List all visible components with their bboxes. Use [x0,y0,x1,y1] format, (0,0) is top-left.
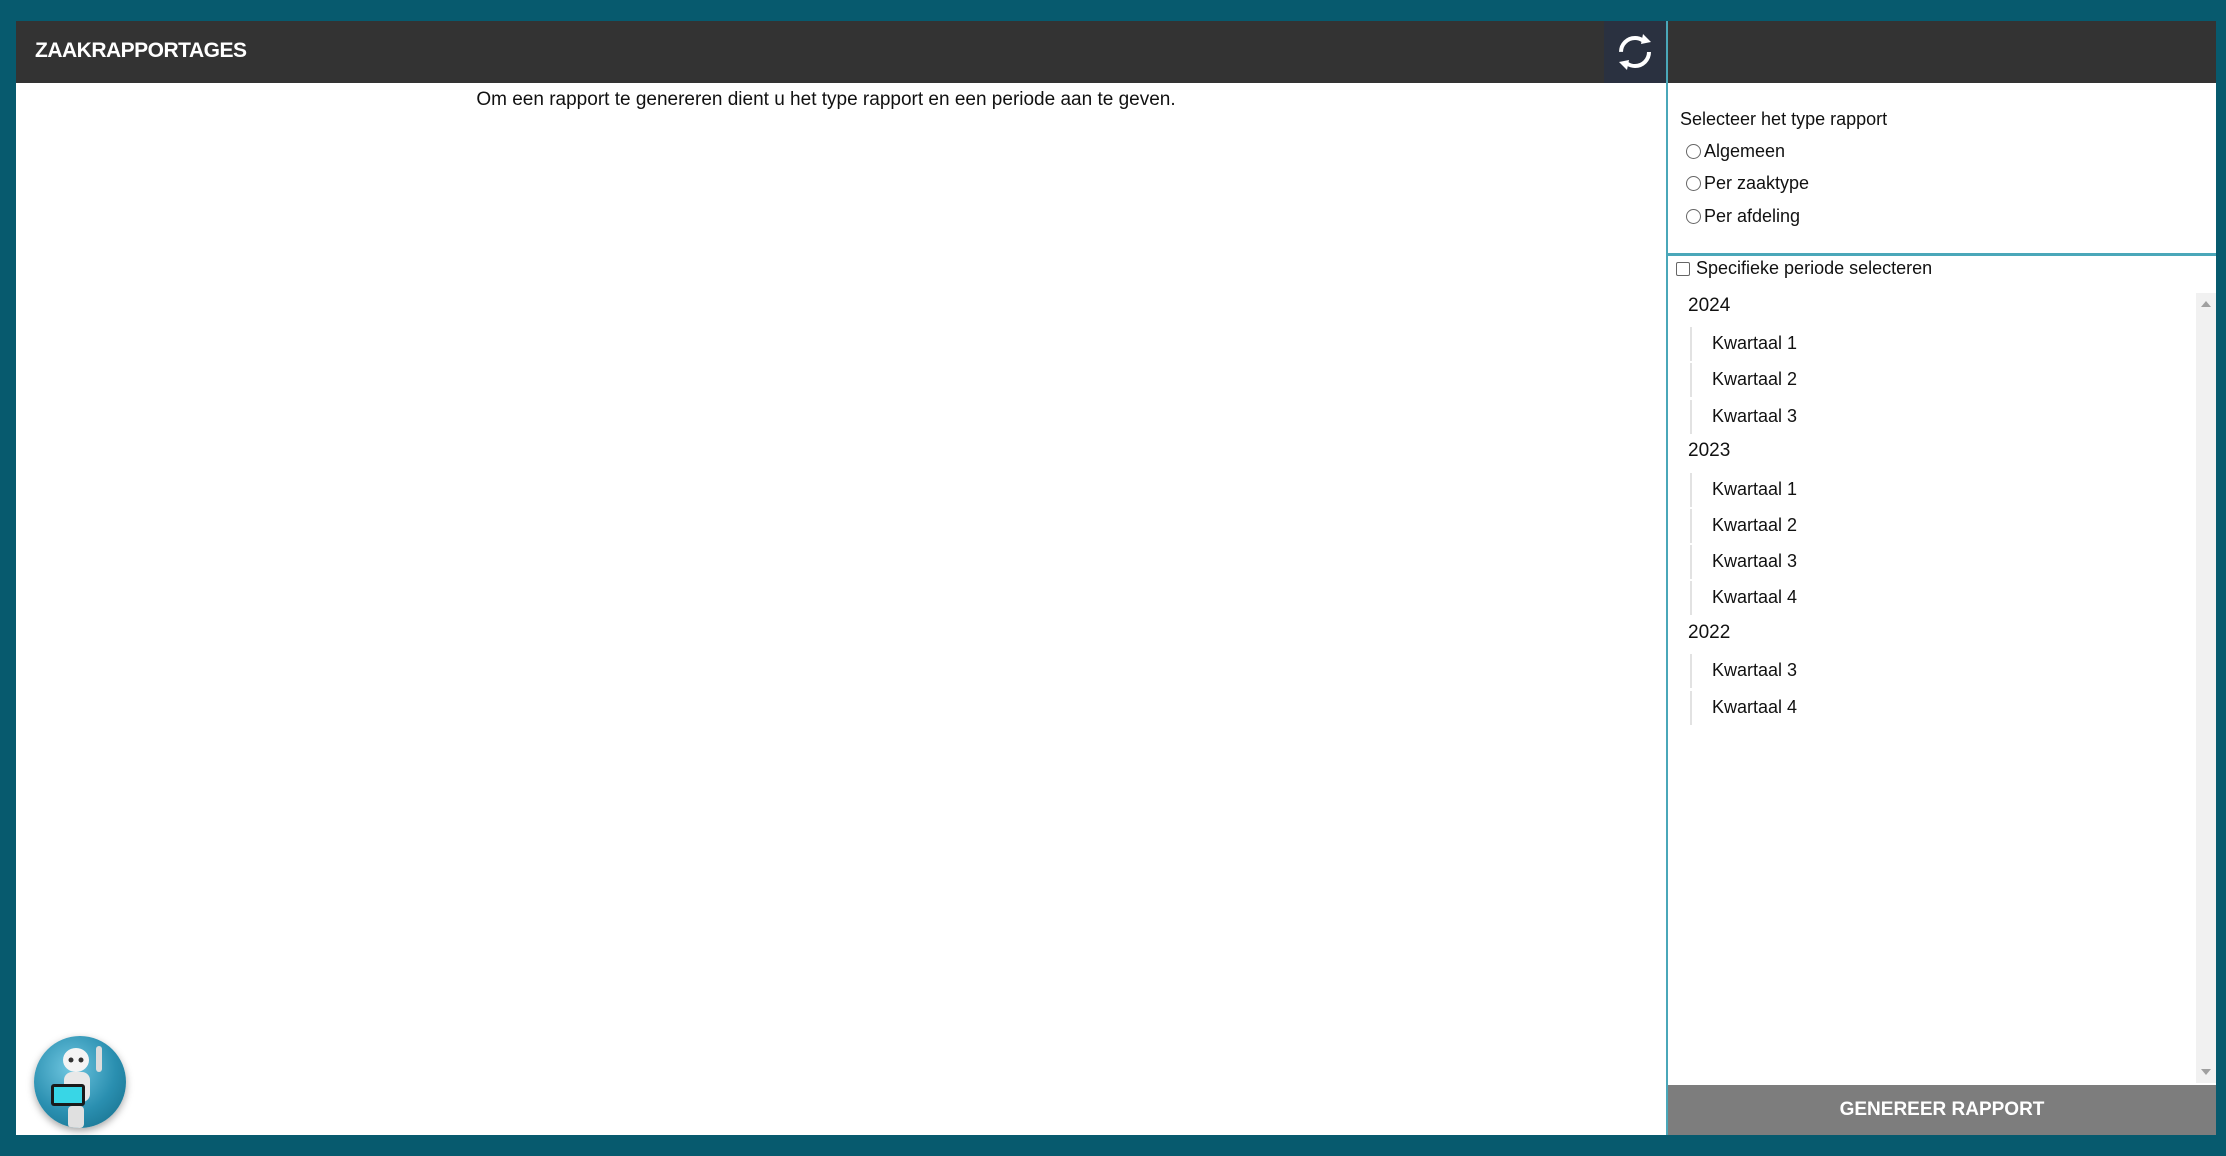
quarter-item[interactable]: Kwartaal 2 [1690,509,1797,543]
page-title: ZAAKRAPPORTAGES [35,39,247,62]
quarter-item[interactable]: Kwartaal 3 [1690,545,1797,579]
period-checkbox-label: Specifieke periode selecteren [1696,258,1933,278]
specific-period-option[interactable]: Specifieke periode selecteren [1676,258,1932,279]
quarter-item[interactable]: Kwartaal 3 [1690,400,1797,434]
robot-figure-icon [51,1046,102,1128]
main-header: ZAAKRAPPORTAGES [16,21,1666,83]
quarter-label: Kwartaal 1 [1712,479,1798,499]
quarter-item[interactable]: Kwartaal 4 [1690,691,1797,725]
tree-scrollbar[interactable] [2196,293,2216,1083]
report-sidebar: Selecteer het type rapport Algemeen Per … [1668,21,2216,1135]
quarter-item[interactable]: Kwartaal 1 [1690,473,1797,507]
quarter-label: Kwartaal 2 [1712,369,1798,389]
radio-algemeen[interactable]: Algemeen [1686,141,1785,162]
radio-button[interactable] [1686,144,1701,159]
quarter-label: Kwartaal 4 [1712,587,1798,607]
report-type-group: Selecteer het type rapport Algemeen Per … [1668,83,2216,253]
generate-report-button[interactable]: GENEREER RAPPORT [1668,1085,2216,1135]
quarter-label: Kwartaal 2 [1712,515,1798,535]
section-separator [1668,253,2216,256]
radio-per-zaaktype[interactable]: Per zaaktype [1686,173,1809,194]
main-panel: ZAAKRAPPORTAGES Om een rapport te genere… [16,21,1666,1135]
scroll-down-arrow-icon[interactable] [2201,1069,2211,1075]
radio-label: Algemeen [1704,141,1786,161]
quarter-label: Kwartaal 3 [1712,551,1798,571]
refresh-icon [1619,34,1651,70]
scroll-up-arrow-icon[interactable] [2201,301,2211,307]
quarter-label: Kwartaal 1 [1712,333,1798,353]
radio-button[interactable] [1686,176,1701,191]
quarter-label: Kwartaal 4 [1712,697,1798,717]
radio-label: Per zaaktype [1704,173,1810,193]
quarter-item[interactable]: Kwartaal 1 [1690,327,1797,361]
year-2022[interactable]: 2022 [1688,622,1730,644]
refresh-button[interactable] [1604,21,1666,83]
quarter-item[interactable]: Kwartaal 2 [1690,363,1797,397]
radio-per-afdeling[interactable]: Per afdeling [1686,206,1800,227]
year-2023[interactable]: 2023 [1688,440,1730,462]
report-type-label: Selecteer het type rapport [1680,109,1888,129]
instruction-message: Om een rapport te genereren dient u het … [476,89,1176,110]
quarter-item[interactable]: Kwartaal 3 [1690,654,1797,688]
period-checkbox[interactable] [1676,261,1690,276]
quarter-item[interactable]: Kwartaal 4 [1690,581,1797,615]
period-tree: 2024 Kwartaal 1 Kwartaal 2 Kwartaal 3 20… [1668,291,2188,1081]
robot-assistant-icon[interactable] [34,1036,126,1128]
radio-label: Per afdeling [1704,206,1801,226]
year-2024[interactable]: 2024 [1688,295,1730,317]
quarter-label: Kwartaal 3 [1712,660,1798,680]
app-frame: ZAAKRAPPORTAGES Om een rapport te genere… [16,21,2216,1135]
sidebar-header [1668,21,2216,83]
radio-button[interactable] [1686,209,1701,224]
quarter-label: Kwartaal 3 [1712,406,1798,426]
